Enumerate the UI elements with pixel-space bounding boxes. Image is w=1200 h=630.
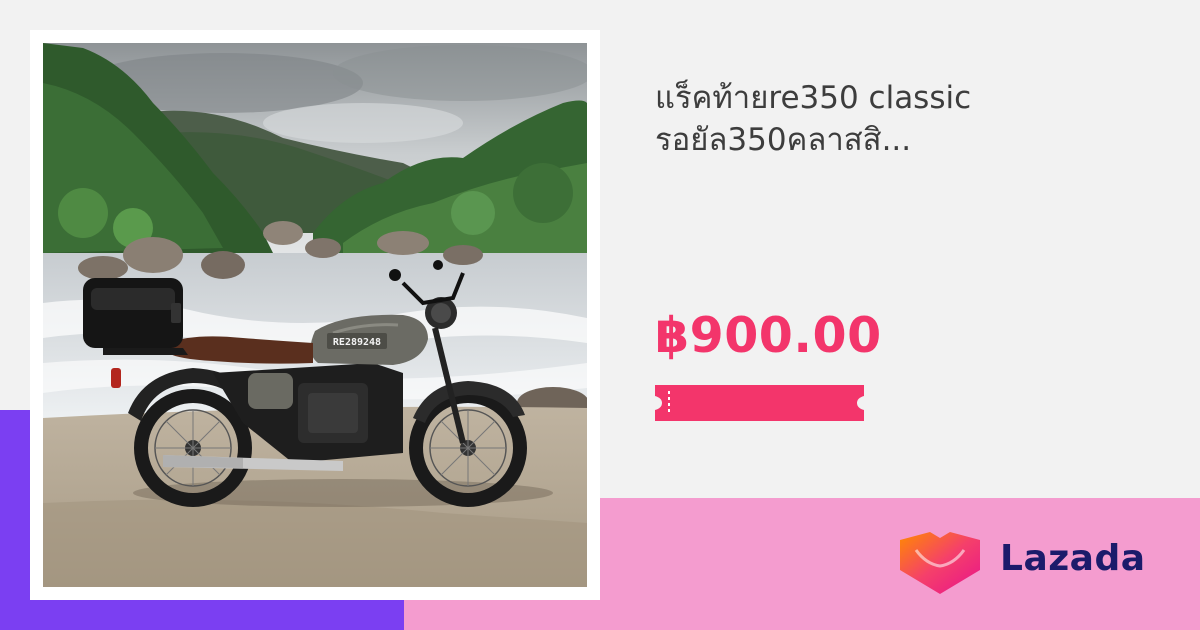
- product-image[interactable]: RE289248: [43, 43, 587, 587]
- lazada-logo[interactable]: Lazada: [896, 532, 1166, 594]
- product-title-line1: แร็คท้ายre350 classic: [655, 80, 972, 116]
- plate-text: RE289248: [333, 337, 381, 348]
- pink-background-band-lower: [404, 600, 1200, 630]
- product-title: แร็คท้ายre350 classic รอยัล350คลาสสิ...: [655, 77, 1155, 161]
- product-share-card: RE289248 แร็คท้ายre350 classic รอยัล350ค…: [0, 0, 1200, 630]
- brand-name: Lazada: [1000, 538, 1146, 579]
- motorcycle-photo: RE289248: [43, 43, 587, 587]
- product-image-frame: RE289248: [30, 30, 600, 600]
- product-title-line2: รอยัล350คลาสสิ...: [655, 122, 912, 158]
- voucher-badge: [655, 385, 864, 421]
- lazada-heart-icon: [900, 532, 980, 594]
- product-price: ฿900.00: [655, 307, 882, 364]
- ticket-icon: [655, 385, 864, 421]
